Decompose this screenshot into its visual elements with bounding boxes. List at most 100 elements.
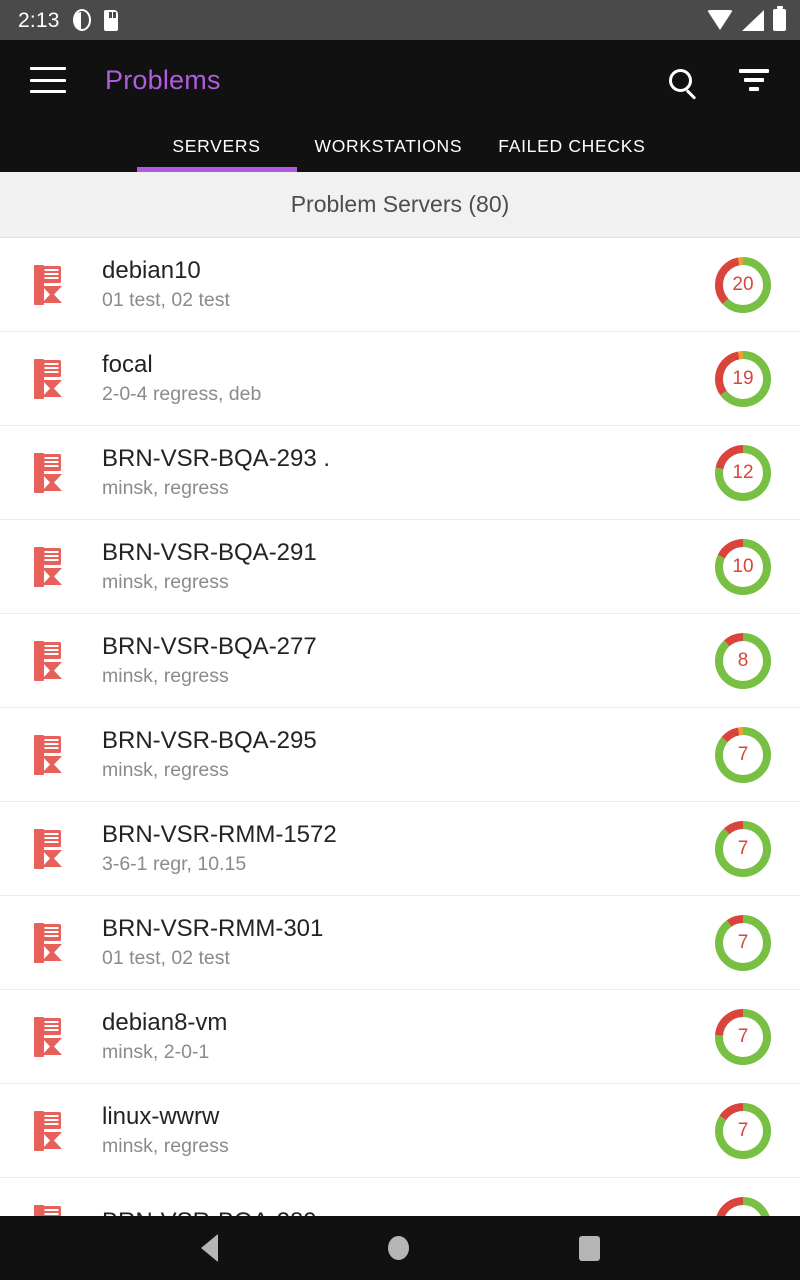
app-bar: Problems SERVERS WORKSTATIONS FAILED CHE… (0, 40, 800, 172)
gauge-value: 7 (737, 931, 749, 953)
gauge-value: 7 (737, 837, 749, 859)
system-navigation-bar (0, 1216, 800, 1280)
list-item-text: BRN-VSR-BQA-291 minsk, regress (72, 540, 714, 593)
server-problem-icon (24, 1199, 72, 1216)
gauge-value: 20 (732, 273, 754, 295)
status-gauge[interactable]: 7 (714, 820, 772, 878)
server-name: focal (102, 352, 153, 378)
status-gauge[interactable]: 19 (714, 350, 772, 408)
page-title: Problems (105, 64, 221, 95)
server-problem-icon (24, 447, 72, 499)
server-problem-icon (24, 823, 72, 875)
server-subtitle: minsk, regress (102, 665, 229, 687)
list-item-text: focal 2-0-4 regress, deb (72, 352, 714, 405)
server-subtitle: minsk, regress (102, 759, 229, 781)
list-item[interactable]: debian8-vm minsk, 2-0-1 7 (0, 990, 800, 1084)
list-item[interactable]: BRN-VSR-BQA-293 . minsk, regress 12 (0, 426, 800, 520)
cellular-signal-icon (742, 9, 764, 31)
home-circle-icon[interactable] (387, 1236, 409, 1260)
status-gauge[interactable]: 7 (714, 1008, 772, 1066)
server-problem-icon (24, 1105, 72, 1157)
gauge-value: 8 (737, 649, 749, 671)
battery-icon (773, 6, 786, 31)
wifi-icon (707, 10, 733, 30)
gauge-value: 7 (737, 743, 749, 765)
server-name: BRN-VSR-BQA-277 (102, 634, 317, 660)
list-item[interactable]: BRN-VSR-BQA-289 (0, 1178, 800, 1216)
hamburger-menu-icon[interactable] (30, 67, 66, 93)
tab-workstations[interactable]: WORKSTATIONS (297, 120, 481, 172)
server-problem-icon (24, 729, 72, 781)
list-item[interactable]: BRN-VSR-BQA-295 minsk, regress 7 (0, 708, 800, 802)
status-bar-clock: 2:13 (18, 8, 60, 32)
gauge-value: 10 (732, 555, 754, 577)
server-subtitle: minsk, regress (102, 571, 229, 593)
status-gauge[interactable] (714, 1196, 772, 1217)
back-triangle-icon[interactable] (200, 1234, 218, 1262)
list-item-text: debian10 01 test, 02 test (72, 258, 714, 311)
status-gauge[interactable]: 7 (714, 914, 772, 972)
server-problem-icon (24, 353, 72, 405)
list-item-text: BRN-VSR-BQA-289 (72, 1209, 714, 1216)
server-problem-icon (24, 259, 72, 311)
status-gauge[interactable]: 12 (714, 444, 772, 502)
search-icon (668, 68, 692, 92)
gauge-value: 19 (732, 367, 754, 389)
app-bar-top-row: Problems (0, 40, 800, 120)
recents-square-icon[interactable] (578, 1235, 600, 1261)
list-item-text: debian8-vm minsk, 2-0-1 (72, 1010, 714, 1063)
list-item[interactable]: focal 2-0-4 regress, deb 19 (0, 332, 800, 426)
gauge-value: 7 (737, 1119, 749, 1141)
sd-card-icon (103, 9, 118, 31)
server-name: BRN-VSR-RMM-301 (102, 916, 324, 942)
search-button[interactable] (658, 58, 702, 102)
list-item[interactable]: BRN-VSR-BQA-277 minsk, regress 8 (0, 614, 800, 708)
server-name: BRN-VSR-BQA-295 (102, 728, 317, 754)
gauge-value: 7 (737, 1025, 749, 1047)
server-subtitle: 01 test, 02 test (102, 289, 230, 311)
server-name: BRN-VSR-BQA-289 (102, 1209, 714, 1216)
server-name: BRN-VSR-BQA-293 . (102, 446, 331, 472)
server-name: debian8-vm (102, 1010, 228, 1036)
gauge-value (714, 1196, 772, 1217)
list-item-text: BRN-VSR-BQA-295 minsk, regress (72, 728, 714, 781)
gauge-value: 12 (732, 461, 754, 483)
list-item[interactable]: BRN-VSR-RMM-1572 3-6-1 regr, 10.15 7 (0, 802, 800, 896)
status-gauge[interactable]: 8 (714, 632, 772, 690)
list-item-text: BRN-VSR-BQA-277 minsk, regress (72, 634, 714, 687)
filter-icon (739, 69, 769, 91)
list-item-text: BRN-VSR-RMM-1572 3-6-1 regr, 10.15 (72, 822, 714, 875)
app-bar-actions (658, 58, 776, 102)
server-name: BRN-VSR-BQA-291 (102, 540, 317, 566)
tab-failed-checks[interactable]: FAILED CHECKS (480, 120, 663, 172)
section-header: Problem Servers (80) (0, 172, 800, 238)
server-name: debian10 (102, 258, 201, 284)
filter-button[interactable] (732, 58, 776, 102)
server-problem-icon (24, 1011, 72, 1063)
list-item[interactable]: debian10 01 test, 02 test 20 (0, 238, 800, 332)
problem-servers-list[interactable]: debian10 01 test, 02 test 20 focal 2-0-4 reg… (0, 238, 800, 1216)
list-item-text: linux-wwrw minsk, regress (72, 1104, 714, 1157)
server-subtitle: 3-6-1 regr, 10.15 (102, 853, 247, 875)
list-item[interactable]: BRN-VSR-BQA-291 minsk, regress 10 (0, 520, 800, 614)
status-gauge[interactable]: 7 (714, 726, 772, 784)
tab-bar: SERVERS WORKSTATIONS FAILED CHECKS (0, 120, 800, 172)
status-bar-right (707, 6, 786, 31)
status-gauge[interactable]: 20 (714, 256, 772, 314)
server-subtitle: 01 test, 02 test (102, 947, 230, 969)
server-name: linux-wwrw (102, 1104, 220, 1130)
server-subtitle: minsk, 2-0-1 (102, 1041, 210, 1063)
list-item[interactable]: linux-wwrw minsk, regress 7 (0, 1084, 800, 1178)
cast-icon (72, 9, 91, 31)
list-item-text: BRN-VSR-RMM-301 01 test, 02 test (72, 916, 714, 969)
status-bar: 2:13 (0, 0, 800, 40)
server-problem-icon (24, 541, 72, 593)
tab-servers[interactable]: SERVERS (136, 120, 297, 172)
status-gauge[interactable]: 7 (714, 1102, 772, 1160)
server-subtitle: minsk, regress (102, 1135, 229, 1157)
list-item[interactable]: BRN-VSR-RMM-301 01 test, 02 test 7 (0, 896, 800, 990)
status-gauge[interactable]: 10 (714, 538, 772, 596)
list-item-text: BRN-VSR-BQA-293 . minsk, regress (72, 446, 714, 499)
server-problem-icon (24, 917, 72, 969)
server-subtitle: 2-0-4 regress, deb (102, 383, 262, 405)
